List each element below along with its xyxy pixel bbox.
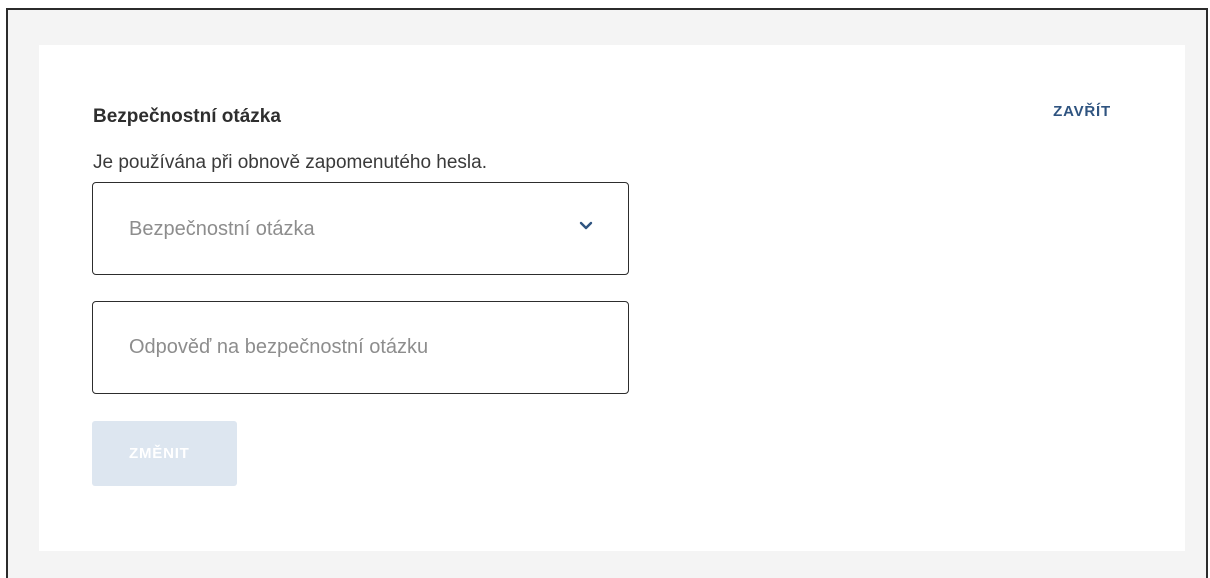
- security-question-select[interactable]: Bezpečnostní otázka: [92, 182, 629, 275]
- page-frame: Bezpečnostní otázka ZAVŘÍT Je používána …: [6, 8, 1208, 578]
- description-text: Je používána při obnově zapomenutého hes…: [93, 152, 487, 173]
- security-question-card: Bezpečnostní otázka ZAVŘÍT Je používána …: [39, 45, 1185, 551]
- close-button[interactable]: ZAVŘÍT: [1053, 103, 1111, 120]
- answer-field[interactable]: [92, 301, 629, 394]
- page-title: Bezpečnostní otázka: [93, 106, 281, 127]
- answer-input[interactable]: [93, 302, 628, 393]
- chevron-down-icon: [579, 221, 593, 230]
- security-question-placeholder: Bezpečnostní otázka: [129, 218, 315, 240]
- change-button[interactable]: ZMĚNIT: [92, 421, 237, 486]
